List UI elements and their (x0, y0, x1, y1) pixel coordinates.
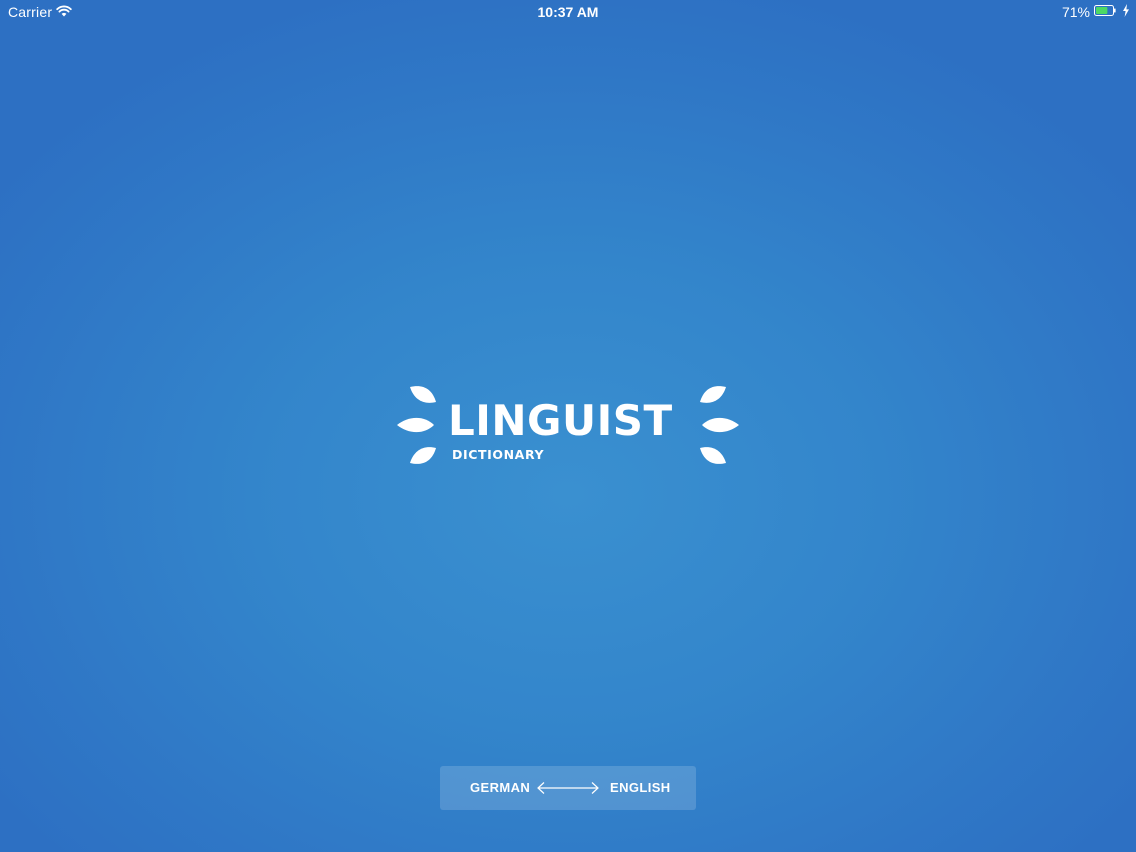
bidirectional-arrow-icon (537, 782, 599, 794)
battery-icon (1094, 5, 1116, 16)
target-language-label: ENGLISH (610, 780, 671, 795)
laurel-leaves-icon (397, 386, 436, 464)
laurel-leaves-icon (700, 386, 739, 464)
logo-title: LINGUIST (448, 396, 673, 445)
language-pair-button[interactable]: GERMAN ENGLISH (440, 766, 696, 810)
source-language-label: GERMAN (470, 780, 531, 795)
clock: 10:37 AM (537, 4, 599, 20)
battery-percentage: 71% (1061, 4, 1090, 20)
app-logo: LINGUIST DICTIONARY (396, 384, 740, 466)
charging-bolt-icon (1123, 4, 1129, 17)
status-bar: Carrier 10:37 AM 71% (0, 0, 1136, 24)
logo-subtitle: DICTIONARY (452, 447, 545, 462)
